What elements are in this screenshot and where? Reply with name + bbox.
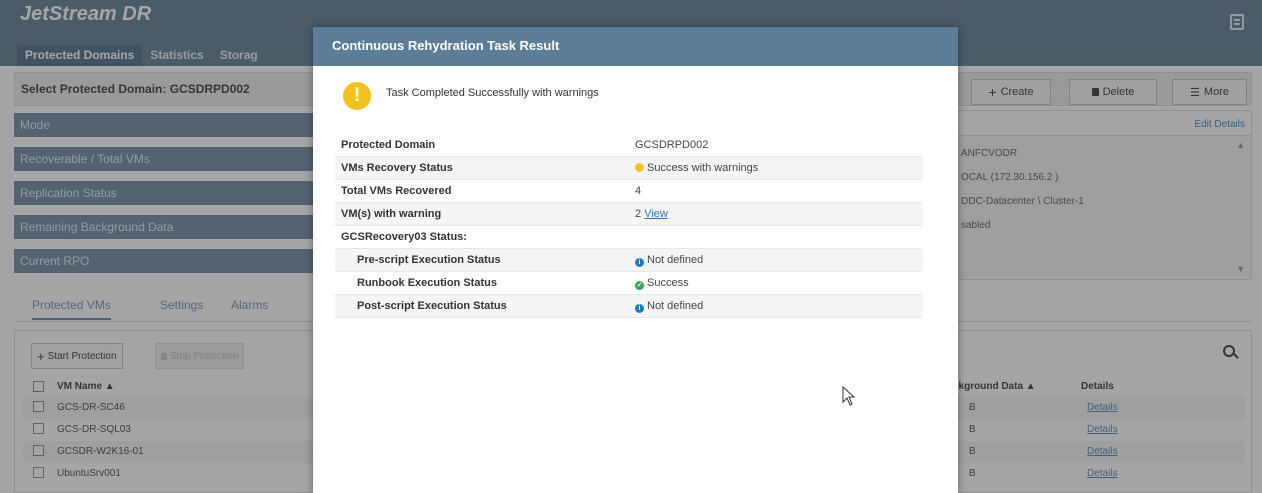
status-message: Task Completed Successfully with warning… — [386, 87, 599, 99]
info-icon: i — [635, 258, 644, 267]
info-icon: i — [635, 304, 644, 313]
result-row: GCSRecovery03 Status: — [335, 226, 923, 249]
result-row: Total VMs Recovered 4 — [335, 180, 923, 203]
result-value-wrap: Success with warnings — [635, 162, 758, 174]
warning-icon: ! — [343, 82, 371, 110]
result-row: Post-script Execution Status i Not define… — [335, 295, 923, 318]
dialog-header: Continuous Rehydration Task Result — [313, 27, 958, 66]
result-value-wrap: i Not defined — [635, 254, 703, 267]
result-label: VMs Recovery Status — [341, 162, 453, 174]
result-table: Protected Domain GCSDRPD002 VMs Recovery… — [335, 134, 923, 318]
result-value-wrap: i Not defined — [635, 300, 703, 313]
result-value: Success with warnings — [647, 162, 759, 174]
result-label: Post-script Execution Status — [357, 300, 507, 312]
result-row: VM(s) with warning 2 View — [335, 203, 923, 226]
result-value: Success — [647, 277, 689, 289]
result-row: Runbook Execution Status ✓ Success — [335, 272, 923, 295]
result-row: Protected Domain GCSDRPD002 — [335, 134, 923, 157]
mouse-cursor-icon — [842, 386, 856, 406]
result-label: VM(s) with warning — [341, 208, 442, 220]
result-value-wrap: ✓ Success — [635, 277, 689, 290]
warning-count: 2 — [635, 208, 642, 220]
result-value-wrap: 2 View — [635, 208, 668, 220]
task-result-dialog: Continuous Rehydration Task Result ! Tas… — [313, 27, 958, 493]
result-row: Pre-script Execution Status i Not defined — [335, 249, 923, 272]
result-label: Pre-script Execution Status — [357, 254, 501, 266]
check-icon: ✓ — [635, 281, 644, 290]
result-label: Runbook Execution Status — [357, 277, 497, 289]
result-value: 4 — [635, 185, 642, 197]
result-value: Not defined — [647, 300, 704, 312]
dialog-title: Continuous Rehydration Task Result — [332, 38, 560, 53]
result-row: VMs Recovery Status Success with warning… — [335, 157, 923, 180]
result-label: Total VMs Recovered — [341, 185, 452, 197]
result-value: GCSDRPD002 — [635, 139, 709, 151]
result-label: Protected Domain — [341, 139, 436, 151]
warning-dot-icon — [635, 163, 644, 172]
result-value: Not defined — [647, 254, 704, 266]
section-label: GCSRecovery03 Status: — [341, 231, 467, 243]
view-warnings-link[interactable]: View — [644, 208, 668, 220]
